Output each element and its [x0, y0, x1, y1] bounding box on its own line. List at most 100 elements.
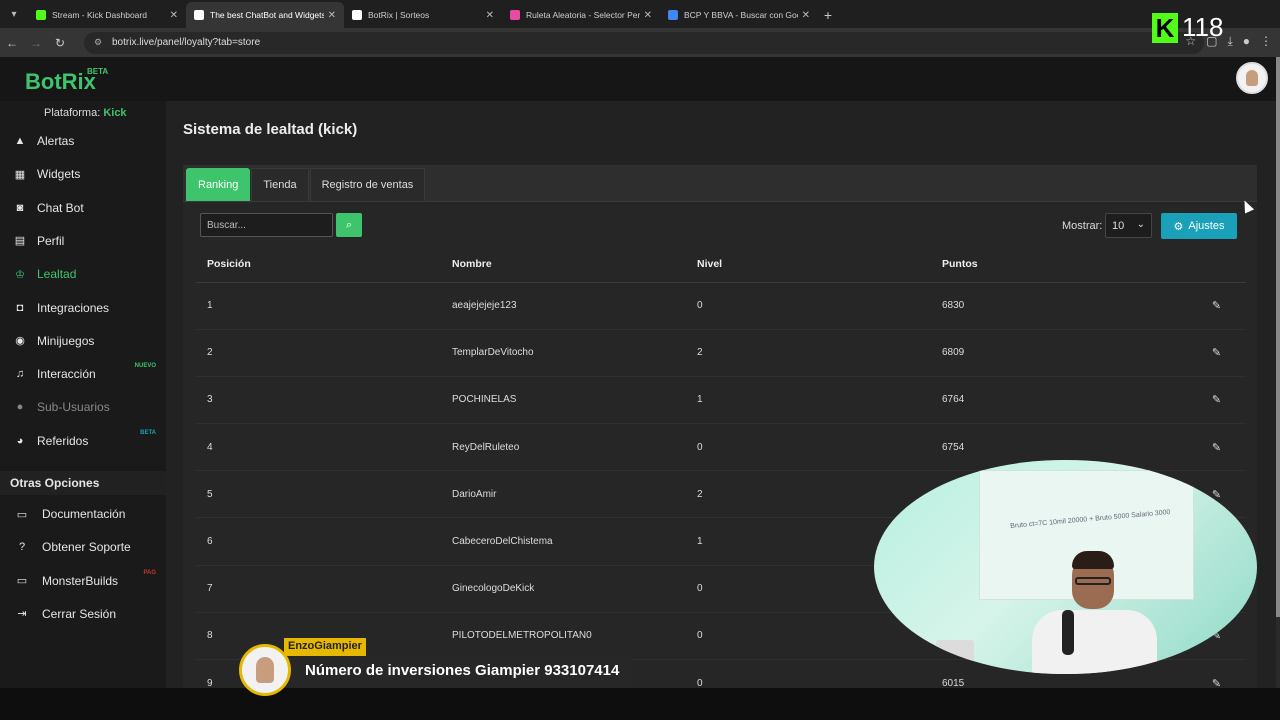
tab-favicon-icon — [36, 10, 46, 20]
cell-points: 6830 — [931, 282, 1176, 330]
mug — [936, 640, 974, 670]
close-icon[interactable]: ✕ — [170, 10, 178, 21]
tab-favicon-icon — [352, 10, 362, 20]
close-icon[interactable]: ✕ — [802, 10, 810, 21]
robot-icon: ◙ — [16, 201, 24, 214]
sidebar-item-alertas[interactable]: ▲ Alertas — [0, 126, 166, 156]
sidebar-item-lealtad[interactable]: ♔ Lealtad — [0, 259, 166, 289]
cell-points: 6764 — [931, 376, 1176, 425]
tab-favicon-icon — [668, 10, 678, 20]
cell-level: 0 — [686, 659, 931, 688]
sidebar-item-cerrar-sesi-n[interactable]: ⇥ Cerrar Sesión — [0, 599, 166, 629]
chat-avatar — [239, 644, 291, 696]
sidebar-item-label: Interacción — [37, 367, 96, 382]
sidebar-item-sub-usuarios[interactable]: ● Sub-Usuarios — [0, 392, 166, 422]
browser-tab[interactable]: The best ChatBot and Widgets ✕ — [186, 2, 344, 28]
col-actions — [1176, 246, 1246, 283]
search-icon: ⌕ — [345, 218, 353, 231]
tab-search-icon[interactable]: ▾ — [0, 0, 28, 28]
tab-ranking[interactable]: Ranking — [186, 168, 251, 201]
browser-tab[interactable]: Ruleta Aleatoria - Selector Perso ✕ — [502, 2, 660, 28]
user-avatar[interactable] — [1236, 62, 1268, 94]
scrollbar-thumb[interactable] — [1276, 57, 1280, 617]
page-scrollbar[interactable] — [1276, 57, 1280, 688]
sidebar-item-label: Minijuegos — [37, 333, 95, 348]
question-icon: ? — [18, 541, 26, 554]
close-icon[interactable]: ✕ — [644, 10, 652, 21]
viewer-count: 118 — [1182, 12, 1224, 42]
site-info-icon[interactable]: ⚙ — [94, 37, 106, 48]
sidebar-item-label: Documentación — [42, 507, 126, 521]
plug-icon: ◘ — [16, 301, 24, 314]
monitor-icon: ▭ — [16, 575, 28, 588]
page-size-select[interactable]: 10 ⌄ — [1105, 213, 1152, 238]
browser-menu-icon[interactable]: ⋮ — [1260, 34, 1272, 49]
table-row: 1 aeajejejeje123 0 6830 ✎ — [196, 282, 1246, 330]
browser-toolbar: ← → ↻ ⚙ botrix.live/panel/loyalty?tab=st… — [0, 28, 1280, 57]
new-tab-button[interactable]: + — [818, 2, 838, 28]
sidebar-item-widgets[interactable]: ▦ Widgets — [0, 159, 166, 189]
streamer-hair — [1072, 551, 1114, 569]
loyalty-tabs: Ranking Tienda Registro de ventas — [183, 165, 1257, 202]
profile-icon[interactable]: ● — [1243, 34, 1250, 49]
settings-button[interactable]: ⚙ Ajustes — [1161, 213, 1237, 239]
table-row: 3 POCHINELAS 1 6764 ✎ — [196, 376, 1246, 425]
chat-avatar-person-icon — [256, 657, 274, 683]
pencil-icon[interactable]: ✎ — [1212, 394, 1221, 406]
sidebar-item-label: Perfil — [37, 233, 65, 248]
forward-icon[interactable]: → — [24, 36, 48, 50]
close-icon[interactable]: ✕ — [486, 10, 494, 21]
cell-name: TemplarDeVitocho — [441, 329, 686, 377]
browser-tab-title: BCP Y BBVA - Buscar con Goog — [684, 10, 798, 20]
sidebar-item-referidos[interactable]: ◕ Referidos BETA — [0, 426, 166, 456]
id-card-icon: ▤ — [14, 235, 26, 248]
search-input[interactable] — [200, 213, 333, 237]
warning-icon: ▲ — [14, 135, 26, 147]
tab-registro-ventas[interactable]: Registro de ventas — [309, 168, 426, 201]
browser-tab[interactable]: Stream - Kick Dashboard ✕ — [28, 2, 186, 28]
sidebar-badge: PAG — [143, 569, 156, 576]
sidebar-item-perfil[interactable]: ▤ Perfil — [0, 226, 166, 256]
edit-cell: ✎ — [1176, 282, 1246, 330]
browser-tab-strip: ▾ Stream - Kick Dashboard ✕ The best ChatB… — [0, 0, 1280, 28]
whiteboard-text: Bruto ct=7C 10mil 20000 + Bruto 5000 Sal… — [1010, 509, 1171, 530]
sidebar-item-label: Integraciones — [37, 300, 110, 315]
pencil-icon[interactable]: ✎ — [1212, 300, 1221, 312]
taskbar — [0, 688, 1280, 720]
browser-tab[interactable]: BCP Y BBVA - Buscar con Goog ✕ — [660, 2, 818, 28]
url-bar[interactable]: ⚙ botrix.live/panel/loyalty?tab=store — [84, 31, 1204, 54]
cell-name: PILOTODELMETROPOLITAN0 — [441, 612, 686, 661]
streamer-body — [1032, 610, 1157, 674]
sidebar-item-obtener-soporte[interactable]: ? Obtener Soporte — [0, 532, 166, 562]
chat-message: Número de inversiones Giampier 933107414 — [291, 656, 634, 686]
close-icon[interactable]: ✕ — [328, 10, 336, 21]
book-icon: ▭ — [16, 508, 28, 521]
sidebar-item-monsterbuilds[interactable]: ▭ MonsterBuilds PAG — [0, 566, 166, 596]
avatar-person-icon — [1246, 70, 1258, 86]
sidebar-item-documentaci-n[interactable]: ▭ Documentación — [0, 499, 166, 529]
browser-tab[interactable]: BotRix | Sorteos ✕ — [344, 2, 502, 28]
tab-tienda[interactable]: Tienda — [251, 168, 309, 201]
back-icon[interactable]: ← — [0, 36, 24, 50]
gears-icon: ⚙ — [1173, 220, 1184, 233]
pencil-icon[interactable]: ✎ — [1212, 347, 1221, 359]
sidebar-item-minijuegos[interactable]: ◉ Minijuegos — [0, 326, 166, 356]
sidebar-item-interacci-n[interactable]: ♫ Interacción NUEVO — [0, 359, 166, 389]
botrix-logo[interactable]: BotRix — [25, 69, 96, 95]
sidebar-item-label: Cerrar Sesión — [42, 606, 117, 621]
download-icon[interactable]: ⤓ — [1227, 34, 1232, 49]
page-title: Sistema de lealtad (kick) — [183, 121, 358, 138]
pencil-icon[interactable]: ✎ — [1212, 442, 1221, 454]
sidebar-item-label: Widgets — [37, 167, 81, 182]
tab-favicon-icon — [510, 10, 520, 20]
cell-name: POCHINELAS — [441, 376, 686, 425]
reload-icon[interactable]: ↻ — [48, 36, 72, 50]
cell-level: 0 — [686, 423, 931, 472]
sidebar-item-integraciones[interactable]: ◘ Integraciones — [0, 293, 166, 323]
search-button[interactable]: ⌕ — [336, 213, 362, 237]
sidebar-item-chat-bot[interactable]: ◙ Chat Bot — [0, 193, 166, 223]
pencil-icon[interactable]: ✎ — [1212, 678, 1221, 688]
cell-name: ReyDelRuleteo — [441, 423, 686, 472]
cell-level: 2 — [686, 329, 931, 377]
cell-pos: 7 — [196, 565, 441, 613]
